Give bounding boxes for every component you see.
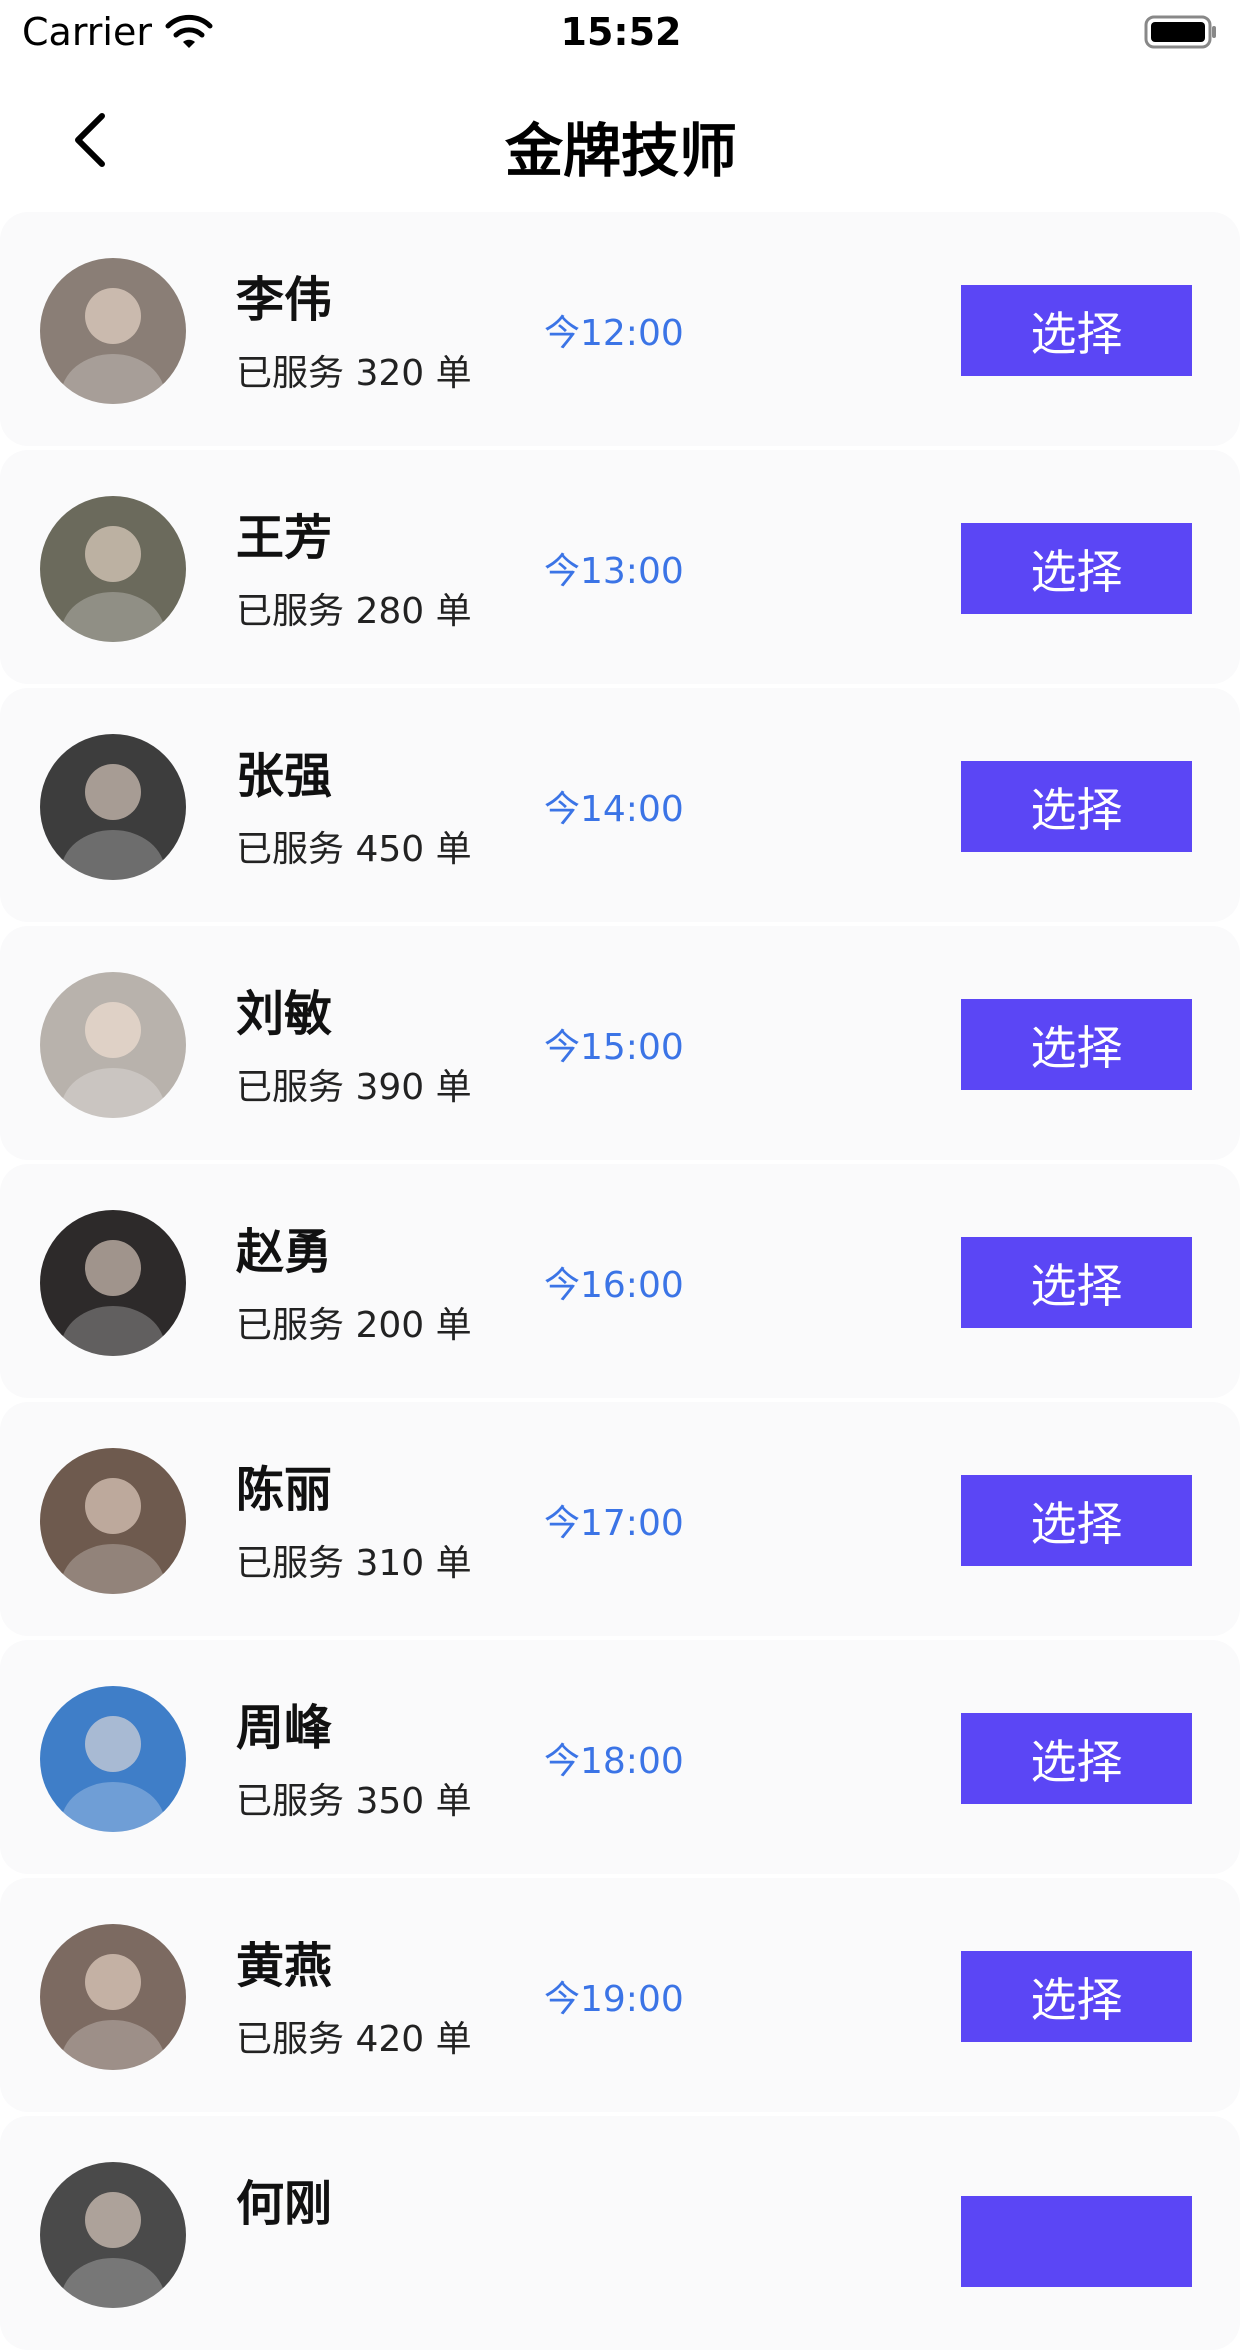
available-time: 今15:00 bbox=[544, 1027, 684, 1068]
served-count: 已服务 350 单 bbox=[236, 1781, 472, 1822]
served-count: 已服务 280 单 bbox=[236, 591, 472, 632]
select-button[interactable]: 选择 bbox=[961, 1713, 1192, 1804]
nav-bar: 金牌技师 bbox=[0, 68, 1242, 210]
select-button[interactable]: 选择 bbox=[961, 1475, 1192, 1566]
avatar bbox=[40, 496, 186, 642]
served-count: 已服务 310 单 bbox=[236, 1543, 472, 1584]
served-count: 已服务 390 单 bbox=[236, 1067, 472, 1108]
technician-name: 周峰 bbox=[236, 1700, 333, 1756]
technician-name: 黄燕 bbox=[236, 1938, 333, 1994]
battery-icon bbox=[1144, 15, 1216, 49]
served-count: 已服务 420 单 bbox=[236, 2019, 472, 2060]
list-item[interactable]: 张强已服务 450 单 今14:00 选择 bbox=[0, 688, 1240, 922]
available-time: 今19:00 bbox=[544, 1979, 684, 2020]
technician-name: 张强 bbox=[236, 748, 333, 804]
technician-name: 赵勇 bbox=[236, 1224, 333, 1280]
technician-name: 何刚 bbox=[236, 2176, 333, 2232]
available-time: 今13:00 bbox=[544, 551, 684, 592]
avatar bbox=[40, 972, 186, 1118]
list-item[interactable]: 黄燕已服务 420 单 今19:00 选择 bbox=[0, 1878, 1240, 2112]
list-item[interactable]: 赵勇已服务 200 单 今16:00 选择 bbox=[0, 1164, 1240, 1398]
list-item[interactable]: 何刚 bbox=[0, 2116, 1240, 2350]
available-time: 今14:00 bbox=[544, 789, 684, 830]
avatar bbox=[40, 1924, 186, 2070]
served-count: 已服务 450 单 bbox=[236, 829, 472, 870]
select-button[interactable]: 选择 bbox=[961, 1237, 1192, 1328]
available-time: 今17:00 bbox=[544, 1503, 684, 1544]
list-item[interactable]: 周峰已服务 350 单 今18:00 选择 bbox=[0, 1640, 1240, 1874]
available-time: 今12:00 bbox=[544, 313, 684, 354]
avatar bbox=[40, 734, 186, 880]
select-button[interactable]: 选择 bbox=[961, 761, 1192, 852]
select-button[interactable]: 选择 bbox=[961, 999, 1192, 1090]
served-count: 已服务 320 单 bbox=[236, 353, 472, 394]
technician-name: 李伟 bbox=[236, 272, 333, 328]
status-bar: Carrier 15:52 bbox=[0, 0, 1242, 66]
avatar bbox=[40, 1686, 186, 1832]
select-button[interactable]: 选择 bbox=[961, 523, 1192, 614]
select-button[interactable]: 选择 bbox=[961, 285, 1192, 376]
served-count: 已服务 200 单 bbox=[236, 1305, 472, 1346]
list-item[interactable]: 王芳已服务 280 单 今13:00 选择 bbox=[0, 450, 1240, 684]
status-time: 15:52 bbox=[560, 10, 682, 54]
list-item[interactable]: 陈丽已服务 310 单 今17:00 选择 bbox=[0, 1402, 1240, 1636]
available-time: 今18:00 bbox=[544, 1741, 684, 1782]
list-item[interactable]: 李伟已服务 320 单 今12:00 选择 bbox=[0, 212, 1240, 446]
available-time: 今16:00 bbox=[544, 1265, 684, 1306]
technician-name: 王芳 bbox=[236, 510, 333, 566]
avatar bbox=[40, 2162, 186, 2308]
avatar bbox=[40, 1448, 186, 1594]
select-button[interactable]: 选择 bbox=[961, 1951, 1192, 2042]
page-title: 金牌技师 bbox=[504, 117, 737, 185]
list-item[interactable]: 刘敏已服务 390 单 今15:00 选择 bbox=[0, 926, 1240, 1160]
select-button[interactable] bbox=[961, 2196, 1192, 2287]
avatar bbox=[40, 258, 186, 404]
technician-name: 陈丽 bbox=[236, 1462, 333, 1518]
avatar bbox=[40, 1210, 186, 1356]
technician-name: 刘敏 bbox=[236, 986, 333, 1042]
